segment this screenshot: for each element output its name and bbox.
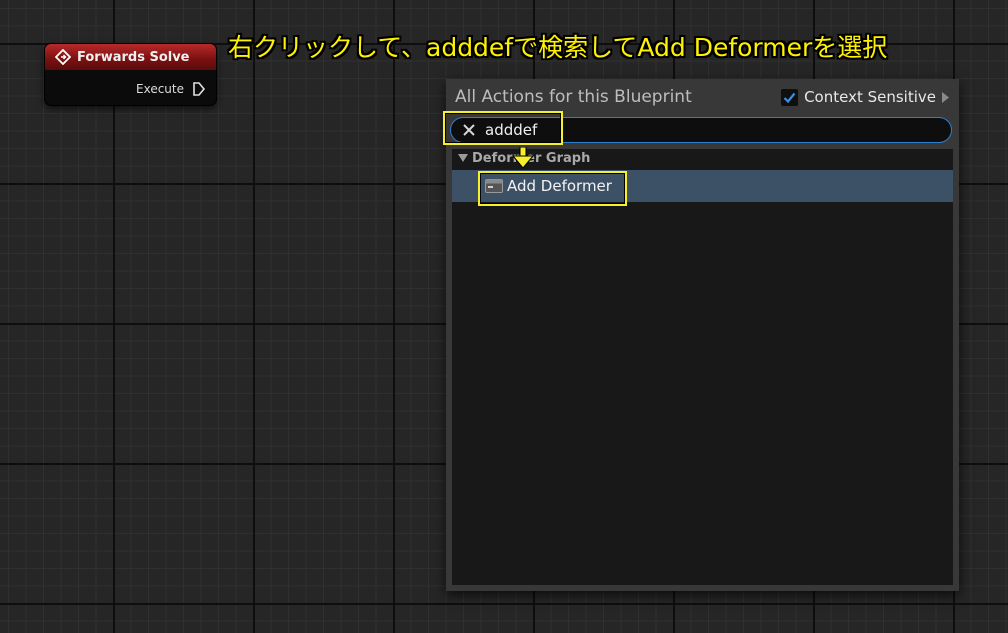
node-header[interactable]: Forwards Solve bbox=[45, 44, 216, 70]
action-menu: All Actions for this Blueprint Context S… bbox=[443, 79, 959, 591]
search-input[interactable] bbox=[485, 121, 905, 139]
forwards-solve-node[interactable]: Forwards Solve Execute bbox=[45, 44, 216, 105]
category-deformer-graph[interactable]: Deformer Graph bbox=[452, 149, 953, 167]
function-diamond-icon bbox=[55, 49, 71, 65]
menu-title: All Actions for this Blueprint bbox=[455, 87, 692, 107]
execute-pin[interactable]: Execute bbox=[136, 81, 206, 97]
context-sensitive-label: Context Sensitive bbox=[804, 88, 936, 106]
context-sensitive-toggle[interactable]: Context Sensitive bbox=[781, 88, 949, 106]
clear-search-icon[interactable] bbox=[463, 124, 475, 136]
context-sensitive-checkbox[interactable] bbox=[781, 88, 799, 106]
expand-right-icon[interactable] bbox=[942, 91, 949, 103]
tutorial-caption: 右クリックして、adddefで検索してAdd Deformerを選択 bbox=[228, 33, 888, 62]
node-function-icon bbox=[485, 179, 503, 193]
exec-pin-icon[interactable] bbox=[192, 81, 206, 97]
node-title: Forwards Solve bbox=[77, 49, 190, 65]
checkmark-icon bbox=[783, 92, 796, 103]
category-label: Deformer Graph bbox=[472, 150, 591, 166]
list-item-label: Add Deformer bbox=[507, 177, 612, 195]
action-list[interactable]: Deformer Graph Add Deformer bbox=[452, 149, 953, 585]
list-item-add-deformer[interactable]: Add Deformer bbox=[452, 170, 953, 206]
collapse-triangle-icon[interactable] bbox=[458, 154, 468, 162]
search-box[interactable] bbox=[450, 117, 952, 143]
execute-pin-label: Execute bbox=[136, 82, 184, 96]
